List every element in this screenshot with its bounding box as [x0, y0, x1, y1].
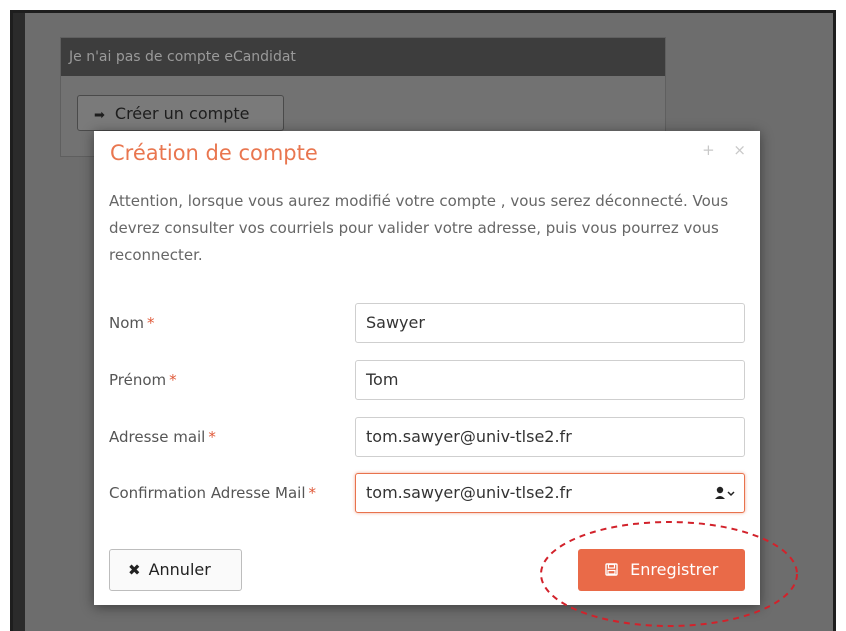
maximize-icon[interactable]: + [702, 141, 715, 159]
close-icon[interactable]: × [733, 141, 746, 159]
required-marker: * [169, 371, 177, 389]
required-marker: * [147, 314, 155, 332]
cancel-button[interactable]: ✖ Annuler [109, 549, 242, 591]
times-icon: ✖ [128, 561, 141, 579]
sign-in-icon: ➡ [94, 108, 105, 123]
create-account-label: Créer un compte [114, 104, 250, 123]
field-label-nom: Nom * [109, 314, 155, 332]
form-row-email-confirm: Confirmation Adresse Mail * tom.sawyer@un… [109, 473, 745, 515]
required-marker: * [208, 428, 216, 446]
dialog-controls: + × [688, 141, 746, 159]
prenom-input[interactable]: Tom [355, 360, 745, 400]
field-label-email-confirm: Confirmation Adresse Mail * [109, 484, 316, 502]
form-row-email: Adresse mail * tom.sawyer@univ-tlse2.fr [109, 417, 745, 459]
create-account-button[interactable]: ➡ Créer un compte [77, 95, 284, 131]
panel-header: Je n'ai pas de compte eCandidat [61, 38, 665, 76]
dialog-message: Attention, lorsque vous aurez modifié vo… [109, 192, 729, 264]
form-row-prenom: Prénom * Tom [109, 360, 745, 402]
field-label-email: Adresse mail * [109, 428, 216, 446]
email-input[interactable]: tom.sawyer@univ-tlse2.fr [355, 417, 745, 457]
dialog-title: Création de compte [110, 141, 318, 165]
annotation-ellipse [540, 521, 798, 627]
field-label-prenom: Prénom * [109, 371, 177, 389]
form-row-nom: Nom * Sawyer [109, 303, 745, 345]
required-marker: * [308, 484, 317, 502]
email-confirm-value: tom.sawyer@univ-tlse2.fr [366, 483, 572, 502]
cancel-label: Annuler [148, 560, 211, 579]
left-sidebar-strip [13, 13, 25, 631]
nom-input[interactable]: Sawyer [355, 303, 745, 343]
email-confirm-input[interactable]: tom.sawyer@univ-tlse2.fr [355, 473, 745, 513]
